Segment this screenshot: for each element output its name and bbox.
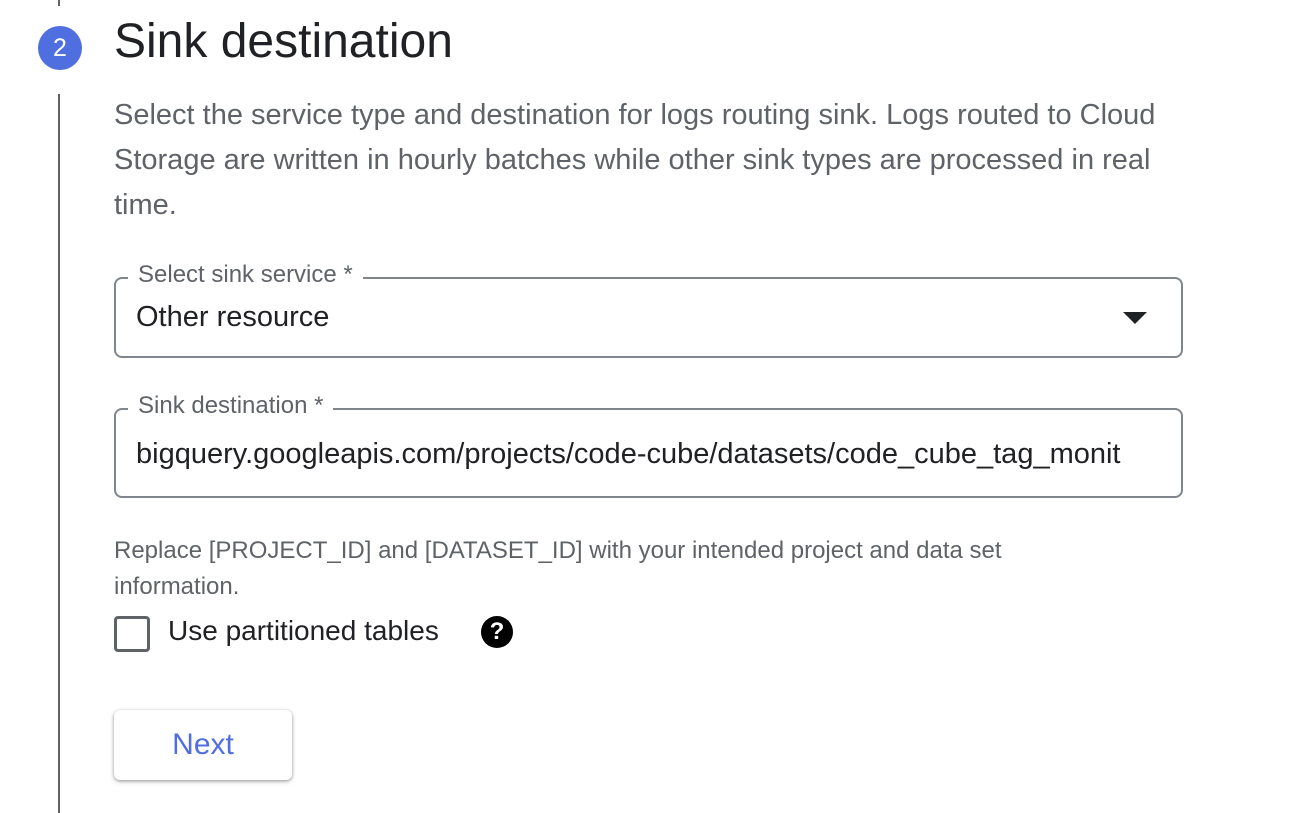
sink-service-select[interactable]: Select sink service * Other resource	[114, 261, 1183, 358]
step-number: 2	[53, 33, 67, 62]
sink-destination-input[interactable]: bigquery.googleapis.com/projects/code-cu…	[136, 438, 1163, 471]
stepper-connector-line	[58, 94, 60, 813]
step-title: Sink destination	[114, 15, 453, 68]
step-number-badge: 2	[38, 26, 82, 70]
sink-destination-field[interactable]: Sink destination * bigquery.googleapis.c…	[114, 392, 1183, 498]
partitioned-tables-label[interactable]: Use partitioned tables	[168, 615, 439, 647]
partitioned-tables-checkbox[interactable]	[114, 616, 150, 652]
help-icon[interactable]: ?	[481, 616, 513, 648]
next-button[interactable]: Next	[114, 710, 292, 780]
sink-service-value: Other resource	[136, 301, 330, 333]
stepper-connector-top	[58, 0, 60, 6]
sink-destination-label: Sink destination *	[128, 392, 334, 420]
sink-service-label: Select sink service *	[128, 261, 363, 289]
destination-hint: Replace [PROJECT_ID] and [DATASET_ID] wi…	[114, 537, 1002, 600]
dropdown-arrow-icon[interactable]	[1123, 312, 1147, 324]
step-description: Select the service type and destination …	[114, 99, 1156, 221]
